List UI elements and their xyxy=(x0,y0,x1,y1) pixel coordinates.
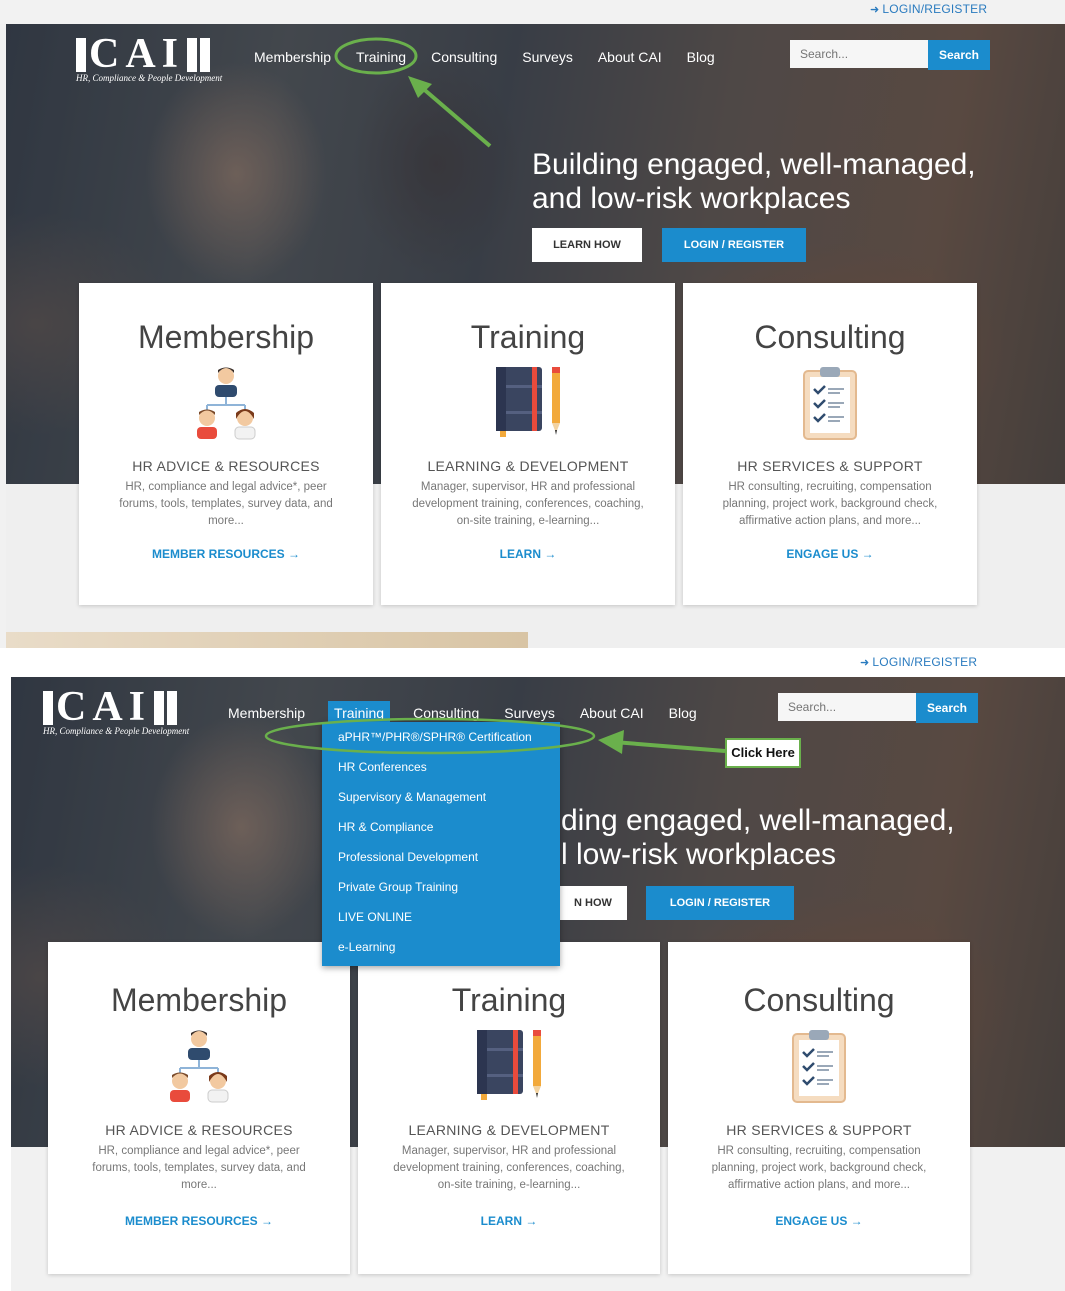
screenshot-after: ➜ LOGIN/REGISTER CAI HR, Compliance & Peo… xyxy=(0,650,1065,1291)
hero-headline: ding engaged, well-managed, l low-risk w… xyxy=(561,804,955,871)
card-subtitle: LEARNING & DEVELOPMENT xyxy=(408,1122,610,1138)
nav-surveys[interactable]: Surveys xyxy=(520,45,575,69)
card-title: Consulting xyxy=(743,982,895,1018)
logo-tagline: HR, Compliance & People Development xyxy=(43,726,190,736)
learn-how-button[interactable]: LEARN HOW xyxy=(532,228,642,262)
clipboard-checklist-icon xyxy=(683,365,977,441)
people-org-icon xyxy=(48,1030,350,1104)
card-consulting: Consulting HR SERVICES & SUPPORT HR cons… xyxy=(683,283,977,605)
menu-item-live-online[interactable]: LIVE ONLINE xyxy=(322,902,560,932)
footer-image-strip xyxy=(6,632,528,648)
nav-training[interactable]: Training xyxy=(354,45,408,69)
people-org-icon xyxy=(79,367,373,441)
nav-membership[interactable]: Membership xyxy=(252,45,333,69)
card-title: Training xyxy=(470,319,586,355)
card-membership: Membership HR ADVICE & RESOURCES HR, com… xyxy=(48,942,350,1274)
member-resources-link[interactable]: MEMBER RESOURCES → xyxy=(79,547,373,561)
sign-in-icon: ➜ xyxy=(870,4,880,16)
nav-consulting[interactable]: Consulting xyxy=(429,45,499,69)
menu-item-hr-compliance[interactable]: HR & Compliance xyxy=(322,812,560,842)
card-membership: Membership HR ADVICE & RESOURCES HR, com… xyxy=(79,283,373,605)
card-title: Membership xyxy=(137,319,315,355)
sign-in-icon: ➜ xyxy=(860,657,870,669)
menu-item-professional-development[interactable]: Professional Development xyxy=(322,842,560,872)
nav-about-cai[interactable]: About CAI xyxy=(578,701,646,725)
main-nav: Membership Training Consulting Surveys A… xyxy=(252,45,717,69)
cai-logo[interactable]: CAI xyxy=(76,33,211,75)
card-subtitle: HR SERVICES & SUPPORT xyxy=(737,458,923,474)
card-description: HR, compliance and legal advice*, peer fo… xyxy=(119,481,333,527)
login-register-link[interactable]: ➜ LOGIN/REGISTER xyxy=(860,655,977,669)
search-form: Search xyxy=(790,40,990,70)
card-description: HR, compliance and legal advice*, peer fo… xyxy=(92,1145,306,1191)
screenshot-before: ➜ LOGIN/REGISTER CAI HR, Compliance & Peo… xyxy=(0,0,1065,648)
login-register-button[interactable]: LOGIN / REGISTER xyxy=(646,886,794,920)
training-dropdown-menu: aPHR™/PHR®/SPHR® Certification HR Confer… xyxy=(322,722,560,966)
learn-how-button[interactable]: N HOW xyxy=(559,886,627,920)
card-training: Training LEARNING & DEVELOPMENT Manager,… xyxy=(358,942,660,1274)
notebook-pencil-icon xyxy=(358,1028,660,1104)
menu-item-private-group-training[interactable]: Private Group Training xyxy=(322,872,560,902)
menu-item-supervisory-management[interactable]: Supervisory & Management xyxy=(322,782,560,812)
top-bar: ➜ LOGIN/REGISTER xyxy=(0,0,1065,24)
nav-blog[interactable]: Blog xyxy=(685,45,717,69)
hero-headline: Building engaged, well-managed, and low-… xyxy=(532,148,976,215)
nav-blog[interactable]: Blog xyxy=(667,701,699,725)
click-here-callout: Click Here xyxy=(725,738,801,768)
logo-tagline: HR, Compliance & People Development xyxy=(76,73,223,83)
search-form: Search xyxy=(778,693,978,723)
card-title: Consulting xyxy=(754,319,906,355)
card-subtitle: HR ADVICE & RESOURCES xyxy=(132,458,320,474)
search-input[interactable] xyxy=(790,40,928,68)
cai-logo[interactable]: CAI xyxy=(43,686,178,728)
card-subtitle: LEARNING & DEVELOPMENT xyxy=(427,458,629,474)
card-title: Training xyxy=(451,982,567,1018)
learn-link[interactable]: LEARN → xyxy=(358,1214,660,1228)
card-description: HR consulting, recruiting, compensation p… xyxy=(711,1145,927,1191)
menu-item-hr-conferences[interactable]: HR Conferences xyxy=(322,752,560,782)
search-button[interactable]: Search xyxy=(928,40,990,70)
engage-us-link[interactable]: ENGAGE US → xyxy=(683,547,977,561)
login-register-button[interactable]: LOGIN / REGISTER xyxy=(662,228,806,262)
card-description: Manager, supervisor, HR and professional… xyxy=(393,1145,625,1191)
learn-link[interactable]: LEARN → xyxy=(381,547,675,561)
card-consulting: Consulting HR SERVICES & SUPPORT HR cons… xyxy=(668,942,970,1274)
card-description: Manager, supervisor, HR and professional… xyxy=(412,481,644,527)
card-subtitle: HR ADVICE & RESOURCES xyxy=(105,1122,293,1138)
menu-item-certification[interactable]: aPHR™/PHR®/SPHR® Certification xyxy=(322,722,560,752)
top-bar: ➜ LOGIN/REGISTER xyxy=(0,650,1065,674)
login-register-link[interactable]: ➜ LOGIN/REGISTER xyxy=(870,2,987,16)
card-subtitle: HR SERVICES & SUPPORT xyxy=(726,1122,912,1138)
nav-about-cai[interactable]: About CAI xyxy=(596,45,664,69)
engage-us-link[interactable]: ENGAGE US → xyxy=(668,1214,970,1228)
search-input[interactable] xyxy=(778,693,916,721)
card-description: HR consulting, recruiting, compensation p… xyxy=(722,481,938,527)
menu-item-e-learning[interactable]: e-Learning xyxy=(322,932,560,962)
search-button[interactable]: Search xyxy=(916,693,978,723)
nav-membership[interactable]: Membership xyxy=(226,701,307,725)
card-title: Membership xyxy=(110,982,288,1018)
clipboard-checklist-icon xyxy=(668,1028,970,1104)
notebook-pencil-icon xyxy=(381,365,675,441)
member-resources-link[interactable]: MEMBER RESOURCES → xyxy=(48,1214,350,1228)
card-training: Training LEARNING & DEVELOPMENT Manager,… xyxy=(381,283,675,605)
